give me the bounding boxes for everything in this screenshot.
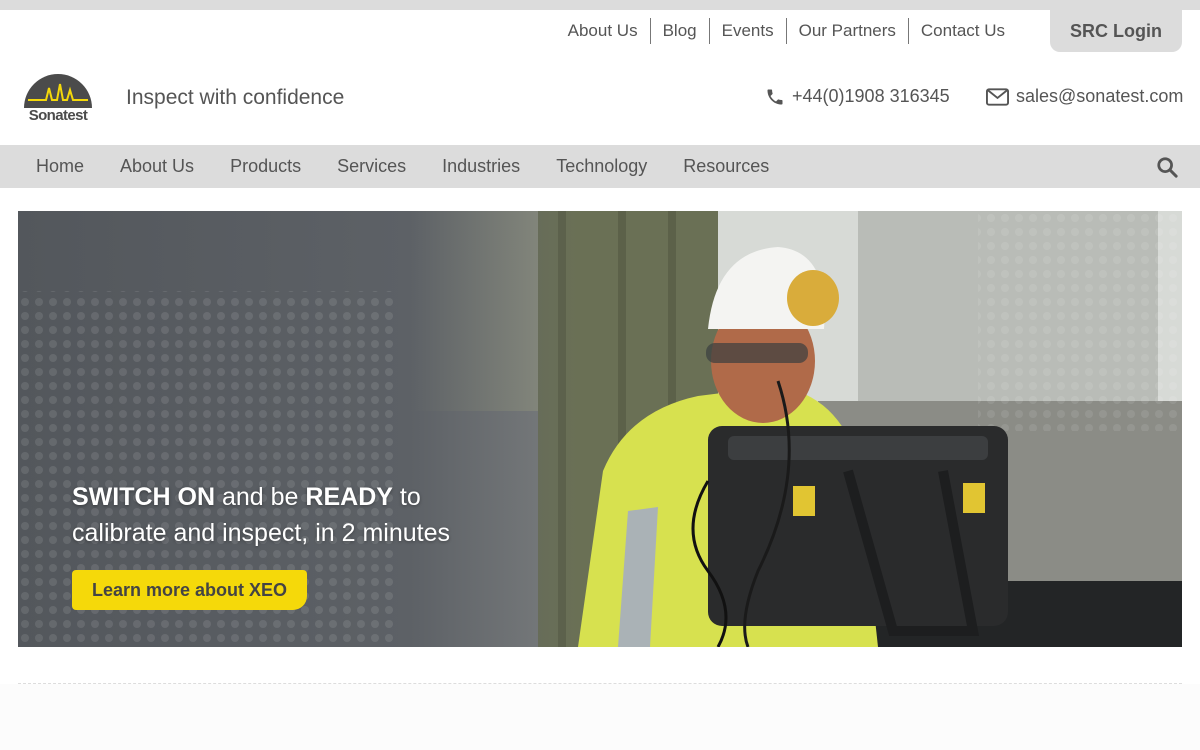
sonatest-logo[interactable]: Sonatest	[22, 74, 94, 126]
utility-link-contact-us[interactable]: Contact Us	[907, 18, 1017, 44]
phone-icon	[767, 89, 783, 104]
hero-to: to	[392, 483, 421, 511]
top-strip	[0, 0, 1200, 10]
envelope-icon	[986, 87, 1009, 106]
src-login-button[interactable]: SRC Login	[1050, 10, 1182, 52]
nav-item-services[interactable]: Services	[319, 156, 424, 177]
hero-banner: SWITCH ON and be READY to calibrate and …	[18, 211, 1182, 647]
email-contact[interactable]: sales@sonatest.com	[986, 86, 1183, 107]
search-icon[interactable]	[1156, 156, 1178, 178]
hero-headline: SWITCH ON and be READY to calibrate and …	[72, 479, 450, 551]
phone-number: +44(0)1908 316345	[792, 86, 950, 106]
learn-more-xeo-button[interactable]: Learn more about XEO	[72, 570, 307, 610]
nav-item-resources[interactable]: Resources	[665, 156, 787, 177]
email-address: sales@sonatest.com	[1016, 86, 1184, 106]
hero-ready: READY	[305, 483, 393, 511]
hero-subline: calibrate and inspect, in 2 minutes	[72, 519, 450, 547]
nav-item-products[interactable]: Products	[212, 156, 319, 177]
main-nav: Home About Us Products Services Industri…	[0, 145, 1200, 188]
nav-item-home[interactable]: Home	[18, 156, 102, 177]
nav-item-industries[interactable]: Industries	[424, 156, 538, 177]
utility-nav: About Us Blog Events Our Partners Contac…	[556, 18, 1017, 44]
utility-link-about-us[interactable]: About Us	[556, 18, 650, 44]
phone-contact[interactable]: +44(0)1908 316345	[765, 86, 950, 107]
utility-link-our-partners[interactable]: Our Partners	[785, 18, 908, 44]
utility-link-blog[interactable]: Blog	[649, 18, 709, 44]
tagline: Inspect with confidence	[126, 86, 345, 109]
logo-wordmark: Sonatest	[28, 107, 88, 124]
content-area	[0, 684, 1200, 750]
nav-item-about-us[interactable]: About Us	[102, 156, 212, 177]
utility-link-events[interactable]: Events	[708, 18, 786, 44]
hero-switch-on: SWITCH ON	[72, 483, 216, 511]
nav-item-technology[interactable]: Technology	[538, 156, 665, 177]
hero-and-be: and be	[215, 483, 306, 511]
